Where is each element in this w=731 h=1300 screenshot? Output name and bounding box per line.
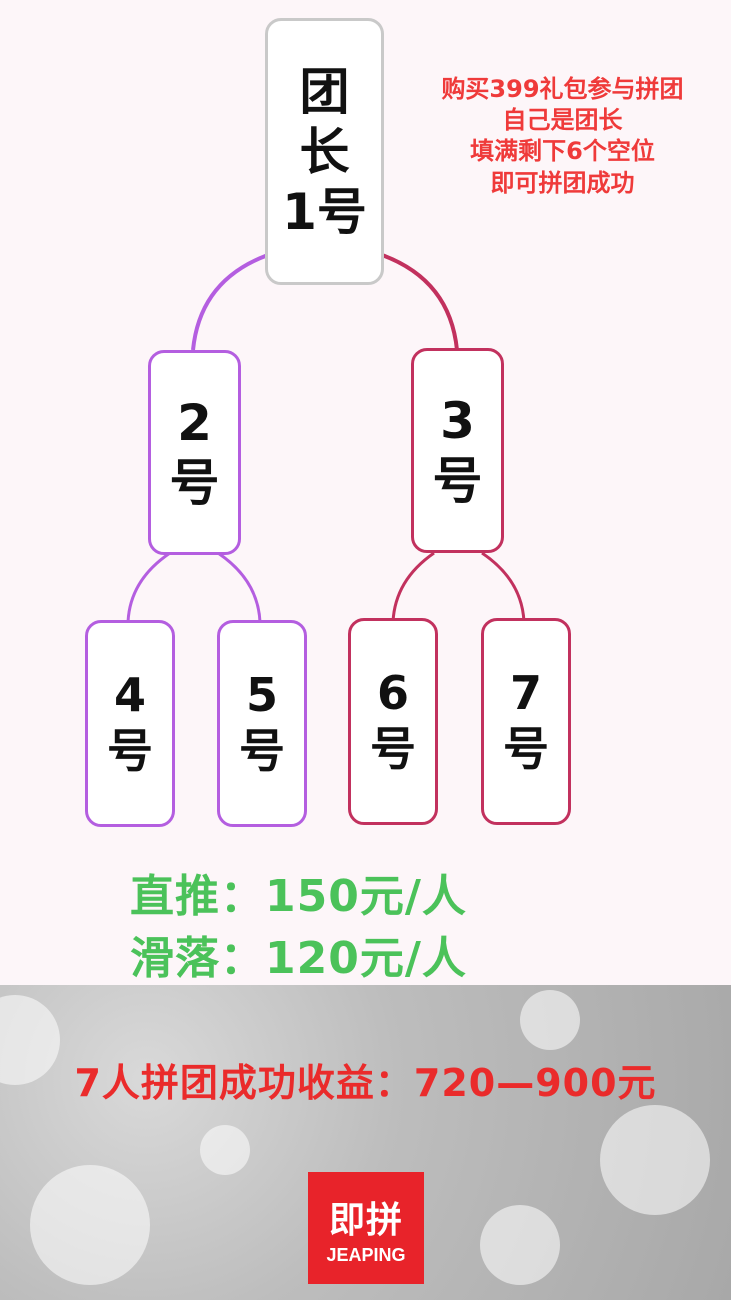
- summary-earnings-text: 7人拼团成功收益：720—900元: [74, 1061, 657, 1105]
- bokeh-circle: [30, 1165, 150, 1285]
- node-7-number: 7: [509, 666, 542, 721]
- note-line-2: 自己是团长: [502, 106, 623, 135]
- node-4-number: 4: [113, 668, 146, 723]
- node-7-unit: 号: [503, 721, 549, 776]
- jeaping-logo: 即拼 JEAPING: [308, 1172, 424, 1284]
- node-2-number: 2: [177, 393, 212, 452]
- node-7: 7 号: [481, 618, 571, 825]
- direct-reward-text: 直推：150元/人: [130, 871, 467, 922]
- node-6-number: 6: [376, 666, 409, 721]
- bokeh-circle: [600, 1105, 710, 1215]
- node-5: 5 号: [217, 620, 307, 827]
- link-3-to-7: [481, 551, 526, 623]
- node-6-unit: 号: [370, 721, 416, 776]
- note-line-1: 购买399礼包参与拼团: [441, 75, 684, 103]
- bokeh-circle: [200, 1125, 250, 1175]
- link-2-to-5: [217, 551, 262, 623]
- note-line-4: 即可拼团成功: [490, 168, 635, 197]
- node-2-unit: 号: [169, 453, 220, 512]
- node-2: 2 号: [148, 350, 241, 555]
- link-root-to-3: [381, 253, 459, 351]
- note-line-3: 填满剩下6个空位: [470, 137, 655, 166]
- instruction-note: 购买399礼包参与拼团 自己是团长 填满剩下6个空位 即可拼团成功: [400, 74, 725, 199]
- link-2-to-4: [126, 551, 171, 623]
- node-6: 6 号: [348, 618, 438, 825]
- node-4-unit: 号: [107, 723, 153, 778]
- node-3-number: 3: [440, 391, 475, 450]
- node-4: 4 号: [85, 620, 175, 827]
- node-5-unit: 号: [239, 723, 285, 778]
- leader-line-1: 团: [299, 62, 350, 121]
- node-5-number: 5: [245, 668, 278, 723]
- bokeh-circle: [480, 1205, 560, 1285]
- bokeh-circle: [520, 990, 580, 1050]
- link-root-to-2: [191, 253, 269, 351]
- node-3: 3 号: [411, 348, 504, 553]
- link-3-to-6: [391, 551, 435, 623]
- node-leader-1: 团 长 1号: [265, 18, 384, 285]
- leader-line-2: 长: [299, 122, 350, 181]
- logo-chinese-text: 即拼: [328, 1199, 403, 1241]
- leader-line-3: 1号: [282, 182, 367, 241]
- logo-english-text: JEAPING: [326, 1244, 406, 1265]
- node-3-unit: 号: [432, 451, 483, 510]
- spillover-reward-text: 滑落：120元/人: [130, 933, 467, 984]
